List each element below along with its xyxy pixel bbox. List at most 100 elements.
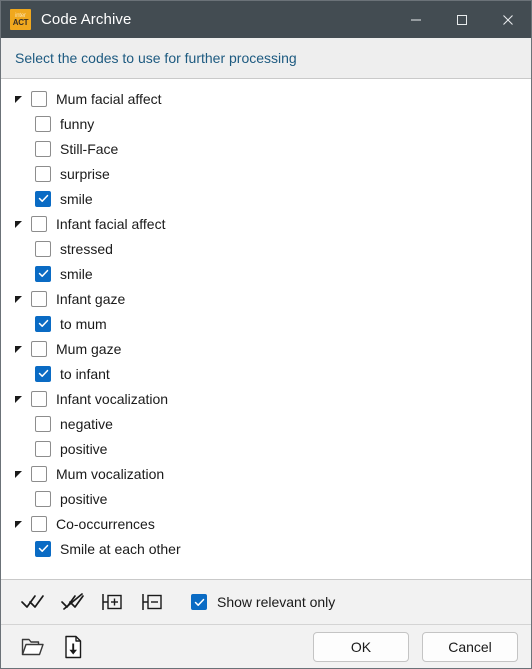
- tree-row[interactable]: Still-Face: [1, 136, 531, 161]
- code-tree[interactable]: Mum facial affect funny Still-Face surprise…: [1, 79, 531, 579]
- expander-expanded-icon[interactable]: [11, 341, 27, 357]
- node-label: Co-occurrences: [56, 515, 155, 532]
- node-checkbox[interactable]: [31, 390, 47, 407]
- expander-expanded-icon[interactable]: [11, 291, 27, 307]
- checkmark-icon: [38, 319, 48, 327]
- instruction-banner: Select the codes to use for further proc…: [1, 38, 531, 79]
- minimize-button[interactable]: [393, 1, 439, 38]
- dialog-bottom-bar: OK Cancel: [1, 624, 531, 668]
- node-checkbox[interactable]: [35, 440, 51, 457]
- node-label: to mum: [60, 315, 107, 332]
- minimize-icon: [411, 19, 421, 20]
- open-archive-button[interactable]: [13, 630, 53, 664]
- window-title: Code Archive: [41, 11, 132, 28]
- checkmark-icon: [38, 369, 48, 377]
- node-label: Mum vocalization: [56, 465, 165, 482]
- node-label: Infant facial affect: [56, 215, 166, 232]
- checkmark-icon: [194, 598, 204, 606]
- interact-app-icon: inter ACT: [10, 9, 31, 30]
- node-checkbox[interactable]: [31, 465, 47, 482]
- node-checkbox[interactable]: [35, 415, 51, 432]
- node-label: funny: [60, 115, 95, 132]
- window-controls: [393, 1, 531, 38]
- expand-all-button[interactable]: [93, 585, 133, 619]
- tree-row[interactable]: funny: [1, 111, 531, 136]
- node-checkbox[interactable]: [35, 240, 51, 257]
- tree-row[interactable]: Infant vocalization: [1, 386, 531, 411]
- tree-row[interactable]: Mum gaze: [1, 336, 531, 361]
- cancel-button[interactable]: Cancel: [422, 631, 518, 662]
- node-checkbox[interactable]: [35, 265, 51, 282]
- maximize-button[interactable]: [439, 1, 485, 38]
- node-checkbox[interactable]: [31, 340, 47, 357]
- code-archive-window: inter ACT Code Archive Select the codes …: [0, 0, 532, 669]
- tree-row[interactable]: Mum facial affect: [1, 86, 531, 111]
- checkmark-icon: [38, 194, 48, 202]
- node-checkbox[interactable]: [31, 215, 47, 232]
- node-label: to infant: [60, 365, 110, 382]
- node-label: Infant vocalization: [56, 390, 169, 407]
- tree-row[interactable]: Smile at each other: [1, 536, 531, 561]
- node-checkbox[interactable]: [35, 165, 51, 182]
- node-checkbox[interactable]: [31, 515, 47, 532]
- node-label: Mum gaze: [56, 340, 122, 357]
- tree-row[interactable]: smile: [1, 186, 531, 211]
- save-archive-button[interactable]: [53, 630, 93, 664]
- node-checkbox[interactable]: [35, 365, 51, 382]
- collapse-all-button[interactable]: [133, 585, 173, 619]
- checkmark-icon: [38, 269, 48, 277]
- tree-row[interactable]: stressed: [1, 236, 531, 261]
- node-checkbox[interactable]: [35, 540, 51, 557]
- node-label: surprise: [60, 165, 110, 182]
- node-label: Smile at each other: [60, 540, 181, 557]
- node-checkbox[interactable]: [35, 190, 51, 207]
- node-label: positive: [60, 440, 108, 457]
- tree-row[interactable]: positive: [1, 486, 531, 511]
- save-document-icon: [65, 635, 82, 658]
- title-bar: inter ACT Code Archive: [1, 1, 531, 38]
- expander-expanded-icon[interactable]: [11, 391, 27, 407]
- expander-expanded-icon[interactable]: [11, 466, 27, 482]
- node-label: Infant gaze: [56, 290, 126, 307]
- tree-toolbar: Show relevant only: [1, 579, 531, 624]
- node-label: negative: [60, 415, 113, 432]
- show-relevant-only-box[interactable]: [191, 594, 207, 610]
- tree-row[interactable]: to infant: [1, 361, 531, 386]
- tree-row[interactable]: to mum: [1, 311, 531, 336]
- node-label: smile: [60, 190, 93, 207]
- node-label: stressed: [60, 240, 113, 257]
- close-icon: [503, 14, 513, 25]
- node-checkbox[interactable]: [35, 490, 51, 507]
- node-label: Mum facial affect: [56, 90, 162, 107]
- ok-button[interactable]: OK: [313, 631, 409, 662]
- node-checkbox[interactable]: [31, 290, 47, 307]
- node-label: smile: [60, 265, 93, 282]
- tree-row[interactable]: Mum vocalization: [1, 461, 531, 486]
- node-checkbox[interactable]: [31, 90, 47, 107]
- double-check-slashed-icon: [61, 593, 84, 610]
- expander-expanded-icon[interactable]: [11, 91, 27, 107]
- tree-row[interactable]: Infant facial affect: [1, 211, 531, 236]
- double-check-icon: [21, 595, 44, 608]
- expander-expanded-icon[interactable]: [11, 516, 27, 532]
- open-folder-icon: [21, 638, 44, 655]
- expander-expanded-icon[interactable]: [11, 216, 27, 232]
- node-checkbox[interactable]: [35, 140, 51, 157]
- tree-row[interactable]: positive: [1, 436, 531, 461]
- tree-row[interactable]: Infant gaze: [1, 286, 531, 311]
- maximize-icon: [457, 14, 467, 25]
- collapse-all-icon: [142, 594, 162, 610]
- node-checkbox[interactable]: [35, 115, 51, 132]
- tree-row[interactable]: negative: [1, 411, 531, 436]
- node-label: positive: [60, 490, 108, 507]
- uncheck-all-button[interactable]: [53, 585, 93, 619]
- tree-row[interactable]: smile: [1, 261, 531, 286]
- close-button[interactable]: [485, 1, 531, 38]
- node-label: Still-Face: [60, 140, 119, 157]
- tree-row[interactable]: surprise: [1, 161, 531, 186]
- tree-row[interactable]: Co-occurrences: [1, 511, 531, 536]
- show-relevant-only-checkbox[interactable]: Show relevant only: [191, 594, 335, 610]
- node-checkbox[interactable]: [35, 315, 51, 332]
- checkmark-icon: [38, 544, 48, 552]
- check-all-button[interactable]: [13, 585, 53, 619]
